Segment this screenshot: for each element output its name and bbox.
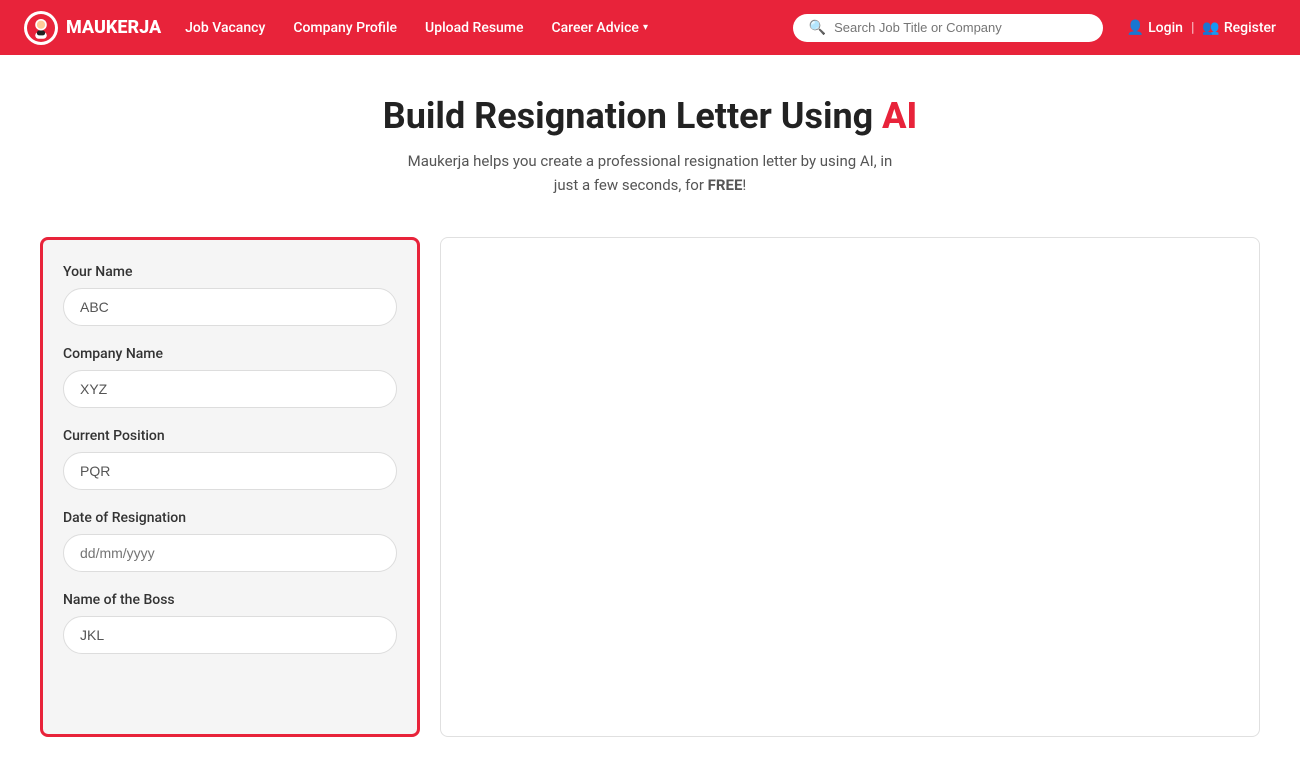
label-boss-name: Name of the Boss <box>63 592 397 608</box>
input-your-name[interactable] <box>63 288 397 326</box>
input-boss-name[interactable] <box>63 616 397 654</box>
nav-auth: 👤 Login | 👥 Register <box>1127 20 1276 36</box>
main-content: Build Resignation Letter Using AI Mauker… <box>0 55 1300 783</box>
hero-free-text: FREE <box>708 176 743 194</box>
preview-card <box>440 237 1260 737</box>
login-button[interactable]: 👤 Login <box>1127 20 1183 36</box>
search-icon: 🔍 <box>809 20 826 36</box>
brand-icon <box>24 11 58 45</box>
label-your-name: Your Name <box>63 264 397 280</box>
input-current-position[interactable] <box>63 452 397 490</box>
hero-section: Build Resignation Letter Using AI Mauker… <box>0 55 1300 217</box>
nav-links: Job Vacancy Company Profile Upload Resum… <box>185 20 769 36</box>
register-button[interactable]: 👥 Register <box>1202 20 1276 36</box>
search-bar[interactable]: 🔍 <box>793 14 1103 42</box>
label-date-of-resignation: Date of Resignation <box>63 510 397 526</box>
hero-subtitle-text: Maukerja helps you create a professional… <box>408 152 893 194</box>
form-group-current-position: Current Position <box>63 428 397 490</box>
hero-subtitle: Maukerja helps you create a professional… <box>400 149 900 197</box>
auth-separator: | <box>1191 20 1194 36</box>
form-section: Your Name Company Name Current Position … <box>0 217 1300 757</box>
navbar: MAUKERJA Job Vacancy Company Profile Upl… <box>0 0 1300 55</box>
nav-job-vacancy[interactable]: Job Vacancy <box>185 20 265 36</box>
search-input[interactable] <box>834 20 1087 35</box>
nav-upload-resume[interactable]: Upload Resume <box>425 20 523 36</box>
form-group-your-name: Your Name <box>63 264 397 326</box>
hero-subtitle-end: ! <box>742 176 746 194</box>
hero-title-part1: Build Resignation Letter Using <box>383 95 882 137</box>
form-card: Your Name Company Name Current Position … <box>40 237 420 737</box>
label-current-position: Current Position <box>63 428 397 444</box>
hero-title-ai: AI <box>882 95 917 137</box>
hero-title: Build Resignation Letter Using AI <box>20 95 1280 137</box>
login-label: Login <box>1148 20 1183 36</box>
career-advice-label: Career Advice <box>552 20 639 36</box>
nav-company-profile[interactable]: Company Profile <box>293 20 397 36</box>
users-icon: 👤 <box>1127 20 1144 36</box>
nav-career-advice[interactable]: Career Advice ▾ <box>552 20 648 36</box>
brand-name: MAUKERJA <box>66 17 161 38</box>
form-group-company-name: Company Name <box>63 346 397 408</box>
register-label: Register <box>1224 20 1276 36</box>
brand-logo[interactable]: MAUKERJA <box>24 11 161 45</box>
chevron-down-icon: ▾ <box>643 22 648 33</box>
label-company-name: Company Name <box>63 346 397 362</box>
form-group-date-of-resignation: Date of Resignation <box>63 510 397 572</box>
input-date-of-resignation[interactable] <box>63 534 397 572</box>
input-company-name[interactable] <box>63 370 397 408</box>
register-icon: 👥 <box>1202 20 1219 36</box>
form-group-boss-name: Name of the Boss <box>63 592 397 654</box>
